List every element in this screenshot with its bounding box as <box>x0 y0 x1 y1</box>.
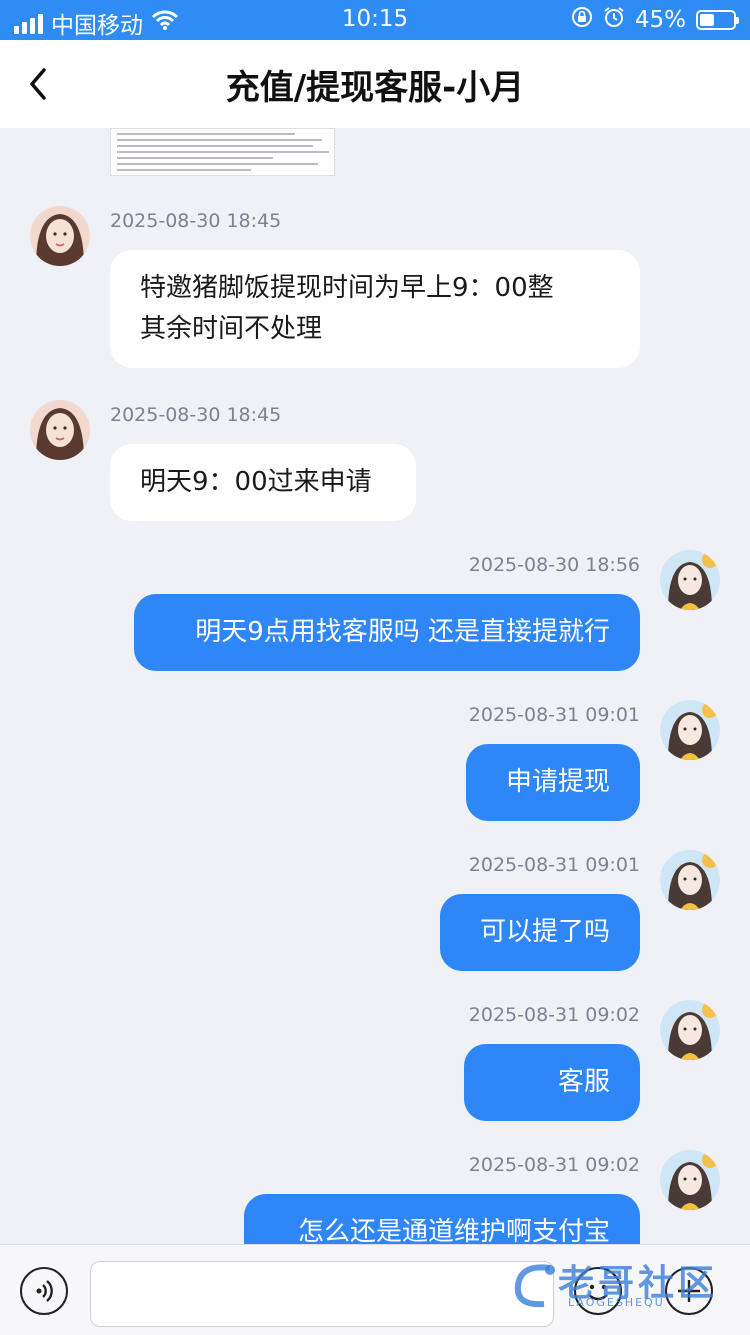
user-avatar[interactable] <box>660 1000 720 1060</box>
emoji-button[interactable] <box>574 1267 622 1315</box>
orientation-lock-icon <box>571 6 593 34</box>
user-avatar[interactable] <box>660 550 720 610</box>
plus-button[interactable] <box>665 1267 713 1315</box>
nav-bar: 充值/提现客服-小月 <box>0 40 750 128</box>
document-image-thumbnail[interactable] <box>110 128 335 176</box>
message-timestamp: 2025-08-31 09:01 <box>468 704 640 726</box>
message-timestamp: 2025-08-30 18:45 <box>110 404 282 426</box>
status-right: 45% <box>571 6 739 34</box>
chat-list[interactable]: 2025-08-30 18:45 特邀猪脚饭提现时间为早上9：00整 其余时间不处… <box>0 128 750 1244</box>
outgoing-message-bubble[interactable]: 怎么还是通道维护啊支付宝 <box>244 1194 640 1244</box>
emoji-icon <box>588 1284 608 1301</box>
battery-percent: 45% <box>634 7 686 33</box>
status-bar: 中国移动 10:15 45% <box>0 0 750 40</box>
alarm-icon <box>603 6 625 34</box>
voice-icon <box>36 1280 53 1302</box>
user-avatar[interactable] <box>660 700 720 760</box>
outgoing-message-bubble[interactable]: 可以提了吗 <box>440 894 640 971</box>
incoming-message-bubble[interactable]: 特邀猪脚饭提现时间为早上9：00整 其余时间不处理 <box>110 250 640 368</box>
user-avatar[interactable] <box>660 1150 720 1210</box>
agent-avatar[interactable] <box>30 400 90 460</box>
message-timestamp: 2025-08-31 09:02 <box>468 1154 640 1176</box>
message-timestamp: 2025-08-30 18:56 <box>468 554 640 576</box>
message-timestamp: 2025-08-31 09:02 <box>468 1004 640 1026</box>
outgoing-message-bubble[interactable]: 客服 <box>464 1044 640 1121</box>
user-avatar[interactable] <box>660 850 720 910</box>
message-input[interactable] <box>90 1261 554 1327</box>
voice-button[interactable] <box>20 1267 68 1315</box>
page-title: 充值/提现客服-小月 <box>225 68 525 108</box>
outgoing-message-bubble[interactable]: 申请提现 <box>466 744 640 821</box>
plus-icon <box>678 1280 700 1302</box>
incoming-message-bubble[interactable]: 明天9：00过来申请 <box>110 444 416 521</box>
battery-level <box>700 14 714 26</box>
input-bar <box>0 1244 750 1335</box>
message-timestamp: 2025-08-31 09:01 <box>468 854 640 876</box>
outgoing-message-bubble[interactable]: 明天9点用找客服吗 还是直接提就行 <box>134 594 640 671</box>
message-timestamp: 2025-08-30 18:45 <box>110 210 282 232</box>
agent-avatar[interactable] <box>30 206 90 266</box>
battery-icon <box>696 10 739 30</box>
